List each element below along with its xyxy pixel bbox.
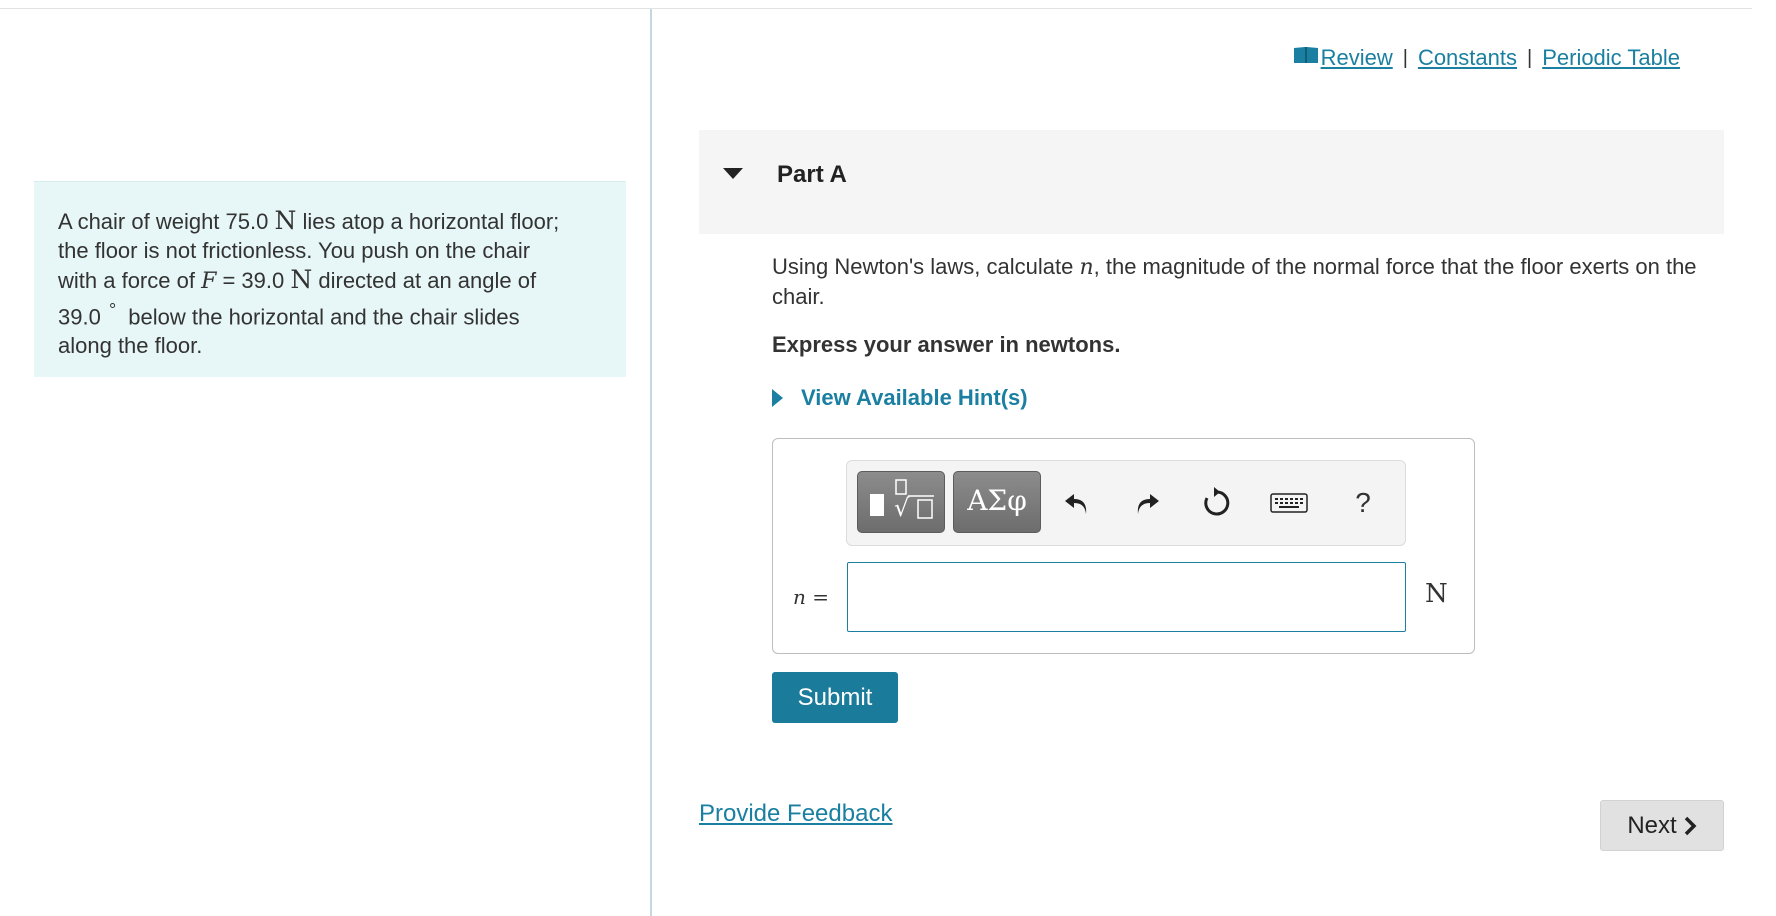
top-border bbox=[0, 8, 1752, 9]
template-icon: √ bbox=[858, 472, 946, 539]
force-value: = 39.0 bbox=[222, 268, 285, 293]
next-label: Next bbox=[1627, 811, 1677, 839]
angle-value: 39.0 bbox=[58, 304, 101, 330]
help-label: ? bbox=[1355, 487, 1371, 518]
answer-instruction: Express your answer in newtons. bbox=[772, 332, 1121, 357]
equals-sign: = bbox=[805, 585, 830, 609]
answer-variable-label: n = bbox=[793, 585, 829, 609]
resource-links: Review | Constants | Periodic Table bbox=[1293, 45, 1680, 71]
provide-feedback-link[interactable]: Provide Feedback bbox=[699, 800, 892, 828]
problem-line-1: A chair of weight 75.0 N lies atop a hor… bbox=[58, 206, 602, 236]
keyboard-icon[interactable] bbox=[1267, 481, 1311, 525]
problem-text: below the horizontal and the chair slide… bbox=[128, 304, 520, 330]
problem-line-5: along the floor. bbox=[58, 333, 203, 359]
redo-icon[interactable] bbox=[1127, 481, 1167, 525]
problem-line-2: the floor is not frictionless. You push … bbox=[58, 238, 531, 263]
svg-text:√: √ bbox=[894, 494, 910, 522]
problem-text: directed at an angle of bbox=[318, 268, 537, 293]
problem-statement: A chair of weight 75.0 N lies atop a hor… bbox=[34, 181, 626, 377]
problem-line-3: with a force of F = 39.0 N directed at a… bbox=[58, 265, 602, 296]
greek-icon: ΑΣφ bbox=[967, 484, 1027, 517]
greek-button[interactable]: ΑΣφ bbox=[953, 471, 1041, 533]
answer-unit: N bbox=[1425, 579, 1448, 609]
var-force: F bbox=[201, 269, 217, 294]
separator: | bbox=[1402, 46, 1408, 69]
hints-label: View Available Hint(s) bbox=[801, 385, 1028, 410]
answer-input[interactable] bbox=[847, 562, 1406, 632]
var-normal-force: n bbox=[1079, 255, 1094, 280]
next-button[interactable]: Next bbox=[1600, 800, 1724, 851]
question-text: Using Newton's laws, calculate n, the ma… bbox=[772, 252, 1712, 311]
panel-divider bbox=[650, 9, 652, 916]
separator: | bbox=[1527, 46, 1533, 69]
chevron-right-icon bbox=[1683, 816, 1697, 836]
template-button[interactable]: √ bbox=[857, 471, 945, 533]
var-n: n bbox=[793, 585, 806, 609]
question-text-pre: Using Newton's laws, calculate bbox=[772, 254, 1074, 279]
degree-symbol: ° bbox=[108, 300, 117, 320]
view-hints-toggle[interactable]: View Available Hint(s) bbox=[772, 385, 1028, 411]
review-link[interactable]: Review bbox=[1321, 45, 1393, 71]
constants-link[interactable]: Constants bbox=[1418, 45, 1517, 71]
problem-text: A chair of weight 75.0 bbox=[58, 209, 269, 234]
math-toolbar: √ ΑΣφ ? bbox=[846, 460, 1406, 546]
problem-text: lies atop a horizontal floor; bbox=[302, 209, 560, 234]
book-icon bbox=[1293, 45, 1319, 71]
problem-line-4: 39.0 ° below the horizontal and the chai… bbox=[58, 296, 602, 331]
problem-text: with a force of bbox=[58, 268, 195, 293]
help-icon[interactable]: ? bbox=[1343, 481, 1383, 525]
part-title: Part A bbox=[777, 161, 847, 188]
submit-button[interactable]: Submit bbox=[772, 672, 898, 723]
undo-icon[interactable] bbox=[1057, 481, 1097, 525]
reset-icon[interactable] bbox=[1197, 481, 1237, 525]
periodic-table-link[interactable]: Periodic Table bbox=[1542, 45, 1680, 71]
expand-caret-icon bbox=[772, 389, 783, 407]
collapse-caret-icon[interactable] bbox=[723, 168, 743, 179]
answer-box: √ ΑΣφ ? n = N bbox=[772, 438, 1475, 654]
unit-newton: N bbox=[274, 206, 297, 235]
part-a-header[interactable]: Part A bbox=[699, 130, 1724, 234]
unit-newton: N bbox=[290, 265, 313, 294]
